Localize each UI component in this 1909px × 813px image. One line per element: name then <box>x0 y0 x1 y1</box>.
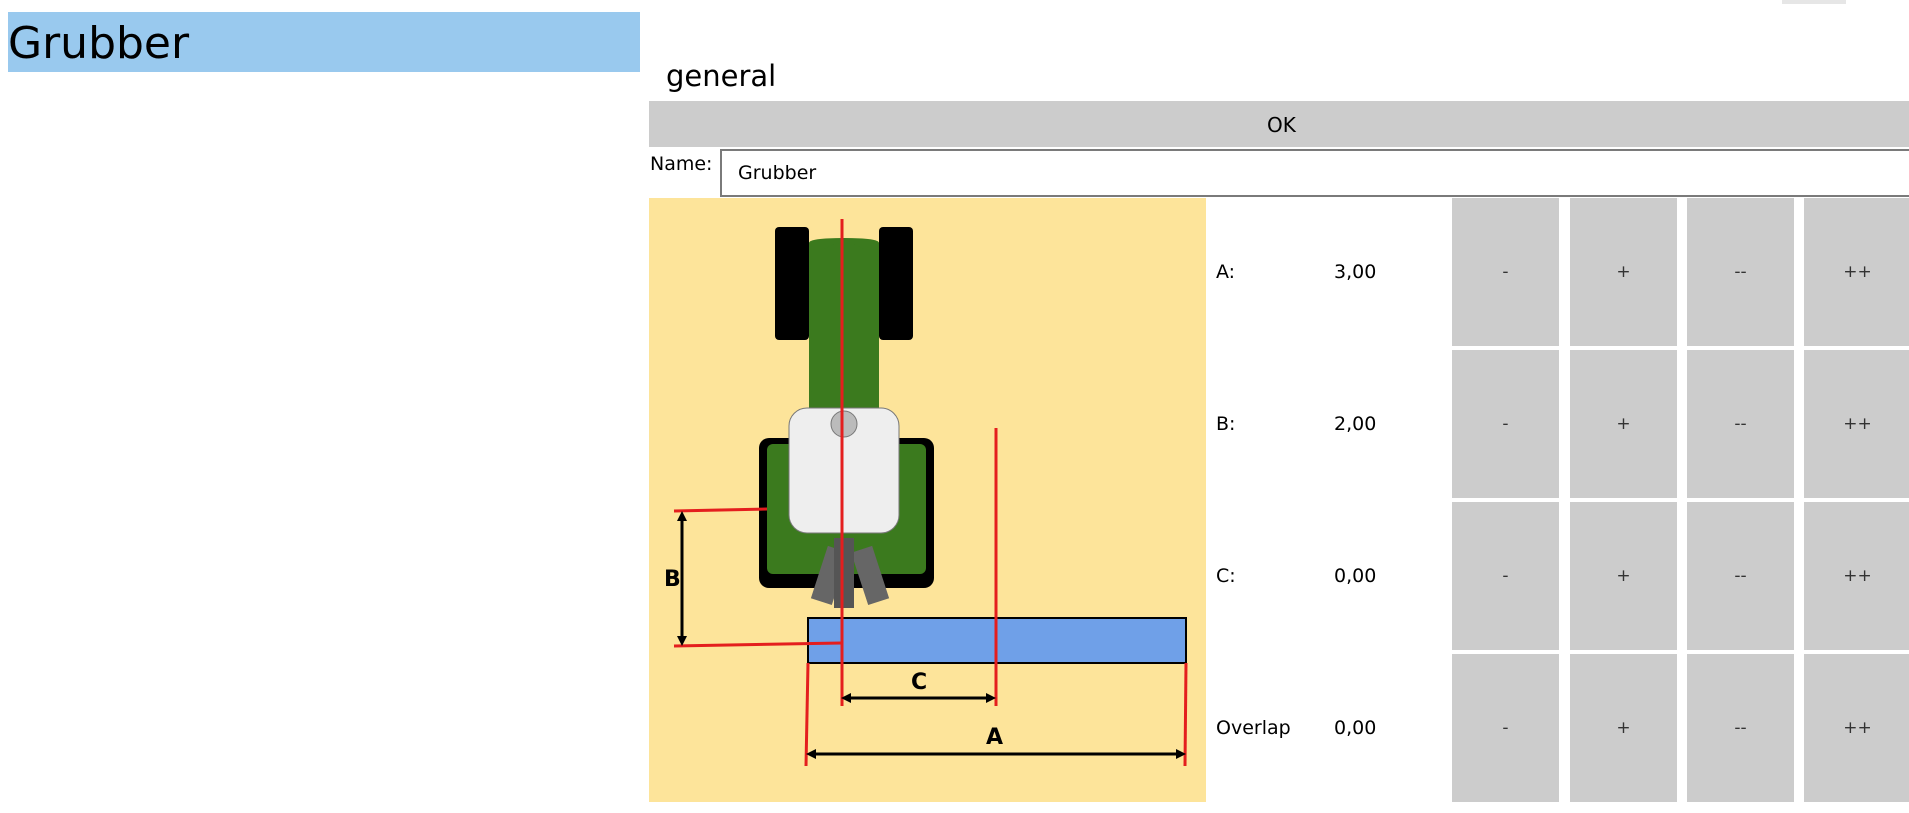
dimension-b-label: B <box>664 567 681 592</box>
param-c-value: 0,00 <box>1334 565 1377 587</box>
c-decrement-button[interactable]: - <box>1452 502 1559 650</box>
param-row-b: B: 2,00 - + -- ++ <box>1206 350 1909 498</box>
a-increment-large-button[interactable]: ++ <box>1804 198 1909 346</box>
name-input[interactable] <box>720 149 1909 197</box>
overlap-decrement-large-button[interactable]: -- <box>1687 654 1794 802</box>
ok-button[interactable]: OK <box>649 101 1909 147</box>
tractor-seat <box>830 410 858 438</box>
param-row-overlap: Overlap 0,00 - + -- ++ <box>1206 654 1909 802</box>
param-b-value: 2,00 <box>1334 413 1377 435</box>
dimension-a-label: A <box>986 725 1003 750</box>
param-row-c: C: 0,00 - + -- ++ <box>1206 502 1909 650</box>
a-increment-button[interactable]: + <box>1570 198 1677 346</box>
section-title: general <box>666 59 777 93</box>
param-a-label: A: <box>1216 261 1236 283</box>
c-increment-large-button[interactable]: ++ <box>1804 502 1909 650</box>
param-overlap-label: Overlap <box>1216 717 1291 739</box>
c-increment-button[interactable]: + <box>1570 502 1677 650</box>
b-decrement-button[interactable]: - <box>1452 350 1559 498</box>
dimension-c-label: C <box>911 670 927 695</box>
param-b-label: B: <box>1216 413 1236 435</box>
a-decrement-button[interactable]: - <box>1452 198 1559 346</box>
name-label: Name: <box>650 153 713 175</box>
param-overlap-value: 0,00 <box>1334 717 1377 739</box>
overlap-increment-large-button[interactable]: ++ <box>1804 654 1909 802</box>
param-a-value: 3,00 <box>1334 261 1377 283</box>
tractor-diagram-graphic: B C A <box>664 219 1188 767</box>
overlap-increment-button[interactable]: + <box>1570 654 1677 802</box>
front-left-wheel <box>775 227 809 340</box>
window-control[interactable] <box>1782 0 1846 4</box>
front-right-wheel <box>879 227 913 340</box>
overlap-decrement-button[interactable]: - <box>1452 654 1559 802</box>
param-row-a: A: 3,00 - + -- ++ <box>1206 198 1909 346</box>
a-decrement-large-button[interactable]: -- <box>1687 198 1794 346</box>
c-decrement-large-button[interactable]: -- <box>1687 502 1794 650</box>
b-increment-button[interactable]: + <box>1570 350 1677 498</box>
b-decrement-large-button[interactable]: -- <box>1687 350 1794 498</box>
b-increment-large-button[interactable]: ++ <box>1804 350 1909 498</box>
param-c-label: C: <box>1216 565 1236 587</box>
implement-geometry-diagram: B C A <box>649 198 1206 802</box>
implement-title: Grubber <box>8 12 640 72</box>
